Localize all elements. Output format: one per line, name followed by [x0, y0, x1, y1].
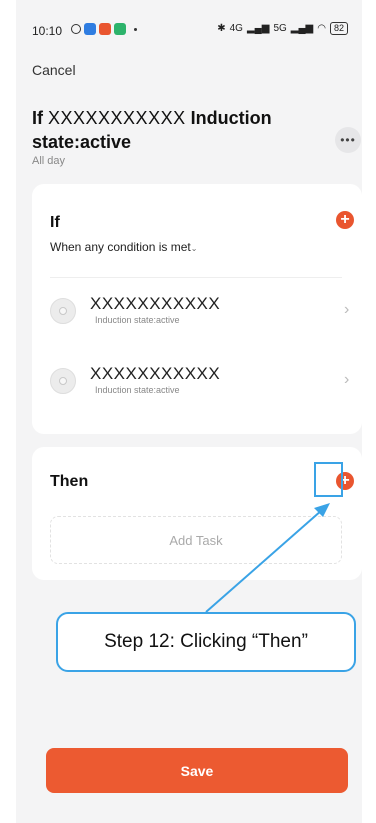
if-card: If + When any condition is met⌄ XXXXXXXX… [32, 184, 362, 434]
condition-mode-label: When any condition is met [50, 240, 191, 254]
status-bar: 10:10 ✱ 4G ▂▄▆ 5G ▂▄▆ ◠ 82 [16, 0, 362, 40]
wifi-icon: ◠ [317, 23, 326, 34]
cancel-button[interactable]: Cancel [32, 62, 76, 78]
app-notification-icon [99, 23, 111, 35]
phone-screen: 10:10 ✱ 4G ▂▄▆ 5G ▂▄▆ ◠ 82 Cancel If XXX… [16, 0, 362, 823]
signal-4g-label: 4G [229, 23, 243, 34]
schedule-subtitle: All day [32, 155, 66, 167]
highlight-box [314, 462, 343, 497]
signal-icon: ▂▄▆ [246, 23, 270, 34]
step-callout: Step 12: Clicking “Then” [56, 612, 356, 672]
add-condition-button[interactable]: + [336, 211, 354, 229]
battery-icon: 82 [329, 22, 348, 35]
condition-device-name: XXXXXXXXXXX [90, 364, 221, 383]
alarm-icon [71, 24, 81, 34]
then-card: Then + Add Task [32, 447, 362, 580]
add-task-button[interactable]: Add Task [50, 516, 342, 564]
title-device: XXXXXXXXXXX [48, 108, 186, 128]
more-options-button[interactable]: ••• [335, 127, 361, 153]
condition-row[interactable]: XXXXXXXXXXX Induction state:active › [32, 284, 362, 344]
chevron-right-icon: › [344, 371, 350, 388]
save-button[interactable]: Save [46, 748, 348, 793]
page-title: If XXXXXXXXXXX Induction state:active [32, 106, 322, 154]
chevron-down-icon: ⌄ [190, 244, 198, 253]
condition-state: Induction state:active [95, 315, 180, 325]
condition-device-name: XXXXXXXXXXX [90, 294, 221, 313]
condition-state: Induction state:active [95, 385, 180, 395]
chevron-right-icon: › [344, 301, 350, 318]
signal-icon: ▂▄▆ [290, 23, 314, 34]
more-notifications-icon [134, 27, 137, 31]
motion-sensor-icon [50, 298, 76, 324]
status-time: 10:10 [32, 24, 63, 38]
system-icons: ✱ 4G ▂▄▆ 5G ▂▄▆ ◠ 82 [217, 22, 348, 35]
divider [50, 277, 342, 278]
signal-5g-label: 5G [273, 23, 287, 34]
motion-sensor-icon [50, 368, 76, 394]
bluetooth-icon: ✱ [217, 23, 226, 34]
app-notification-icon [114, 23, 126, 35]
condition-mode-selector[interactable]: When any condition is met⌄ [50, 240, 197, 254]
if-title: If [50, 214, 60, 231]
then-title: Then [50, 473, 89, 490]
notification-icons [71, 23, 137, 35]
condition-row[interactable]: XXXXXXXXXXX Induction state:active › [32, 354, 362, 414]
more-icon: ••• [340, 133, 356, 147]
app-notification-icon [84, 23, 96, 35]
title-prefix: If [32, 108, 43, 128]
